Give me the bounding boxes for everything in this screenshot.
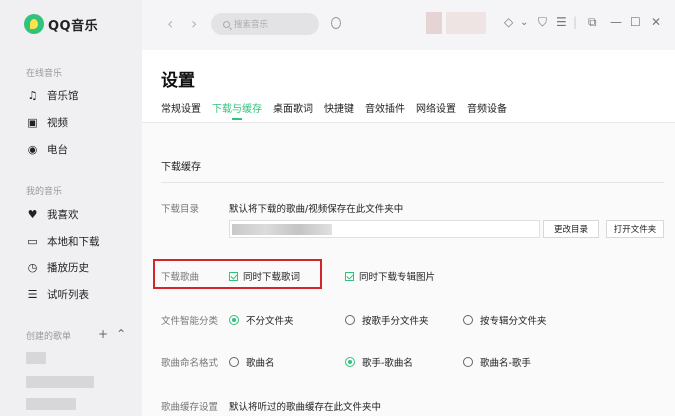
radio-artist-song[interactable]: 歌手-歌曲名: [345, 355, 413, 369]
radio-song-name[interactable]: 歌曲名: [229, 355, 275, 369]
sidebar-item-music-hall[interactable]: ♫ 音乐馆: [26, 88, 79, 103]
cache-desc: 默认将听过的歌曲缓存在此文件夹中: [229, 402, 382, 413]
voice-search-icon[interactable]: [331, 17, 341, 29]
tab-sound-plugins[interactable]: 音效插件: [365, 100, 405, 120]
section-online-music: 在线音乐: [26, 69, 63, 79]
radio-label: 歌曲名: [246, 358, 275, 369]
search-icon: [223, 20, 230, 28]
username-blurred[interactable]: [446, 12, 486, 34]
sidebar-item-label: 播放历史: [47, 262, 89, 274]
radio-icon: ◉: [27, 143, 38, 156]
heart-icon: ♥: [27, 208, 38, 221]
chevron-down-icon[interactable]: ⌄: [520, 17, 528, 28]
section-my-music: 我的音乐: [26, 187, 63, 197]
add-icon[interactable]: +: [98, 327, 108, 341]
section-divider: [161, 182, 664, 183]
checkbox-label: 同时下载专辑图片: [359, 272, 436, 283]
sidebar-item-label: 音乐馆: [47, 90, 79, 102]
sidebar: QQ音乐 在线音乐 ♫ 音乐馆 ▣ 视频 ◉ 电台 我的音乐 ♥ 我喜欢 ▭ 本…: [0, 0, 142, 416]
label-naming-format: 歌曲命名格式: [161, 358, 219, 369]
radio-unselected-icon: [345, 315, 355, 325]
playlist-item-blurred[interactable]: [26, 376, 94, 388]
separator: |: [573, 15, 578, 29]
radio-label: 不分文件夹: [246, 316, 294, 327]
app-logo[interactable]: QQ音乐: [24, 14, 98, 34]
close-icon[interactable]: ✕: [651, 15, 661, 29]
playlist-item-blurred[interactable]: [26, 398, 76, 410]
vip-diamond-icon[interactable]: ◇: [504, 15, 513, 29]
tab-audio-device[interactable]: 音频设备: [467, 100, 507, 120]
radio-unselected-icon: [463, 315, 473, 325]
qq-music-logo-icon: [24, 14, 44, 34]
tab-general[interactable]: 常规设置: [161, 100, 201, 120]
tab-download-cache[interactable]: 下载与缓存: [212, 100, 262, 120]
radio-label: 歌手-歌曲名: [362, 358, 413, 369]
highlight-annotation-box: [153, 259, 322, 289]
page-title: 设置: [161, 71, 195, 91]
radio-label: 按专辑分文件夹: [480, 316, 547, 327]
chevron-up-icon[interactable]: ⌃: [116, 327, 126, 341]
playlist-item-blurred[interactable]: [26, 352, 46, 364]
playlist-icon: ☰: [27, 288, 38, 301]
section-title-download-cache: 下载缓存: [161, 162, 201, 173]
search-placeholder: 搜索音乐: [234, 20, 269, 30]
radio-selected-icon: [229, 315, 239, 325]
sidebar-item-label: 本地和下载: [47, 236, 100, 248]
settings-tabs: 常规设置 下载与缓存 桌面歌词 快捷键 音效插件 网络设置 音频设备: [161, 100, 518, 120]
label-smart-category: 文件智能分类: [161, 316, 219, 327]
forward-icon[interactable]: ›: [191, 14, 197, 33]
sidebar-item-video[interactable]: ▣ 视频: [26, 115, 68, 130]
change-dir-button[interactable]: 更改目录: [543, 220, 599, 238]
avatar[interactable]: [426, 12, 442, 34]
label-cache-settings: 歌曲缓存设置: [161, 402, 219, 413]
sidebar-item-history[interactable]: ◷ 播放历史: [26, 260, 89, 275]
radio-unselected-icon: [463, 357, 473, 367]
sidebar-item-favorites[interactable]: ♥ 我喜欢: [26, 207, 79, 222]
playlist-actions: + ⌃: [98, 327, 126, 341]
sidebar-item-label: 视频: [47, 117, 68, 129]
sidebar-item-local-download[interactable]: ▭ 本地和下载: [26, 234, 100, 249]
download-cover-checkbox[interactable]: 同时下载专辑图片: [345, 269, 435, 283]
sidebar-item-label: 我喜欢: [47, 209, 79, 221]
sidebar-item-trial-list[interactable]: ☰ 试听列表: [26, 287, 89, 302]
app-name: QQ音乐: [48, 18, 99, 34]
radio-song-artist[interactable]: 歌曲名-歌手: [463, 355, 531, 369]
radio-by-artist[interactable]: 按歌手分文件夹: [345, 313, 429, 327]
skin-icon[interactable]: ⛉: [538, 15, 547, 30]
radio-by-album[interactable]: 按专辑分文件夹: [463, 313, 547, 327]
radio-unselected-icon: [229, 357, 239, 367]
section-created-playlists: 创建的歌单: [26, 332, 72, 342]
music-note-icon: ♫: [27, 89, 38, 102]
sidebar-item-radio[interactable]: ◉ 电台: [26, 142, 68, 157]
download-path-field[interactable]: [229, 220, 540, 238]
radio-selected-icon: [345, 357, 355, 367]
checkbox-checked-icon: [345, 271, 354, 281]
monitor-icon: ▭: [27, 235, 38, 248]
sidebar-item-label: 试听列表: [47, 289, 89, 301]
video-icon: ▣: [27, 116, 38, 129]
radio-label: 歌曲名-歌手: [480, 358, 531, 369]
history-icon: ◷: [27, 261, 38, 274]
label-download-dir: 下载目录: [161, 204, 200, 215]
minimize-icon[interactable]: —: [610, 15, 622, 29]
mini-mode-icon[interactable]: ⧉: [588, 15, 597, 30]
open-folder-button[interactable]: 打开文件夹: [606, 220, 664, 238]
tab-network[interactable]: 网络设置: [416, 100, 456, 120]
tab-desktop-lyrics[interactable]: 桌面歌词: [273, 100, 313, 120]
search-input[interactable]: 搜索音乐: [211, 13, 319, 35]
sidebar-item-label: 电台: [47, 144, 68, 156]
download-dir-desc: 默认将下载的歌曲/视频保存在此文件夹中: [229, 204, 404, 215]
maximize-icon[interactable]: ☐: [630, 15, 641, 29]
radio-label: 按歌手分文件夹: [362, 316, 429, 327]
menu-icon[interactable]: ☰: [556, 15, 567, 29]
top-bar: ‹ › 搜索音乐 ◇ ⌄ ⛉ ☰ | ⧉ — ☐ ✕: [142, 0, 675, 50]
download-path-value-blurred: [232, 224, 332, 235]
radio-no-folder[interactable]: 不分文件夹: [229, 313, 294, 327]
tab-shortcuts[interactable]: 快捷键: [324, 100, 354, 120]
back-icon[interactable]: ‹: [167, 14, 173, 33]
